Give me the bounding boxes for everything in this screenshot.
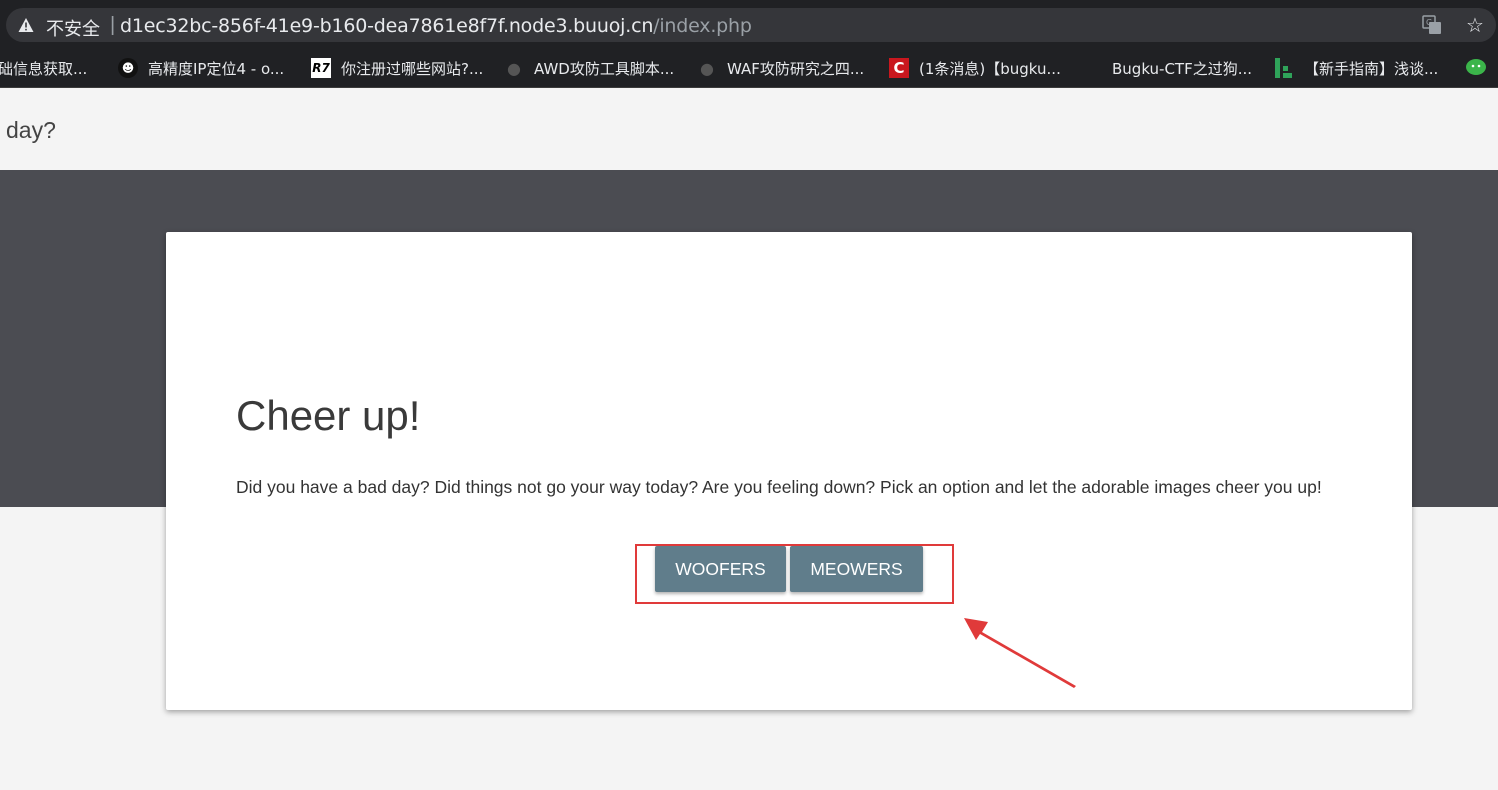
bookmark-label: WAF攻防研究之四... — [727, 59, 865, 78]
annotation-arrow-icon — [964, 618, 1076, 688]
r7-icon: R7 — [311, 58, 331, 78]
bookmarks-bar: 础信息获取... ☻ 高精度IP定位4 - o... R7 你注册过哪些网站?.… — [0, 48, 1498, 88]
header-title: day? — [6, 117, 56, 143]
bookmark-label: (1条消息)【bugku... — [919, 59, 1061, 78]
bar-icon — [1274, 58, 1294, 78]
bookmark-item[interactable] — [1466, 48, 1488, 88]
browser-toolbar: 不安全 | d1ec32bc-856f-41e9-b160-dea7861e8f… — [0, 0, 1498, 48]
card-title: Cheer up! — [236, 392, 421, 439]
warning-icon[interactable] — [18, 17, 34, 33]
insecure-label[interactable]: 不安全 — [46, 15, 100, 41]
url-host: d1ec32bc-856f-41e9-b160-dea7861e8f7f.nod… — [120, 15, 654, 37]
globe-icon — [1082, 58, 1102, 78]
cheer-up-card: Cheer up! Did you have a bad day? Did th… — [166, 232, 1412, 710]
csdn-icon: C — [889, 58, 909, 78]
bookmark-item[interactable]: 础信息获取... — [0, 48, 87, 88]
bookmark-label: AWD攻防工具脚本... — [534, 59, 675, 78]
github-icon: ● — [700, 58, 714, 78]
bookmark-label: 高精度IP定位4 - o... — [148, 59, 285, 78]
bookmark-item[interactable]: ☻ 高精度IP定位4 - o... — [118, 48, 284, 88]
bookmark-item[interactable]: ● WAF攻防研究之四... — [697, 48, 864, 88]
wechat-icon — [1466, 59, 1486, 75]
bookmark-item[interactable]: R7 你注册过哪些网站?... — [311, 48, 483, 88]
translate-icon[interactable]: G — [1422, 15, 1442, 35]
bookmark-label: 【新手指南】浅谈... — [1304, 59, 1439, 78]
address-bar[interactable]: 不安全 | d1ec32bc-856f-41e9-b160-dea7861e8f… — [6, 8, 1496, 42]
url-text[interactable]: d1ec32bc-856f-41e9-b160-dea7861e8f7f.nod… — [120, 15, 752, 37]
bookmark-item[interactable]: Bugku-CTF之过狗... — [1082, 48, 1252, 88]
address-separator: | — [110, 14, 116, 36]
bookmark-item[interactable]: ● AWD攻防工具脚本... — [504, 48, 674, 88]
page-header: day? — [0, 89, 1498, 170]
github-icon: ● — [507, 58, 521, 78]
bookmark-item[interactable]: C (1条消息)【bugku... — [889, 48, 1061, 88]
card-description: Did you have a bad day? Did things not g… — [236, 477, 1322, 497]
bookmark-item[interactable]: 【新手指南】浅谈... — [1274, 48, 1438, 88]
svg-text:G: G — [1426, 18, 1432, 27]
bookmark-label: Bugku-CTF之过狗... — [1112, 59, 1253, 78]
bookmark-label: 础信息获取... — [0, 59, 88, 78]
avatar-icon: ☻ — [118, 58, 138, 78]
bookmark-star-icon[interactable]: ☆ — [1466, 13, 1484, 38]
bookmark-label: 你注册过哪些网站?... — [341, 59, 484, 78]
annotation-highlight-box — [635, 544, 954, 604]
url-path: /index.php — [653, 15, 752, 37]
